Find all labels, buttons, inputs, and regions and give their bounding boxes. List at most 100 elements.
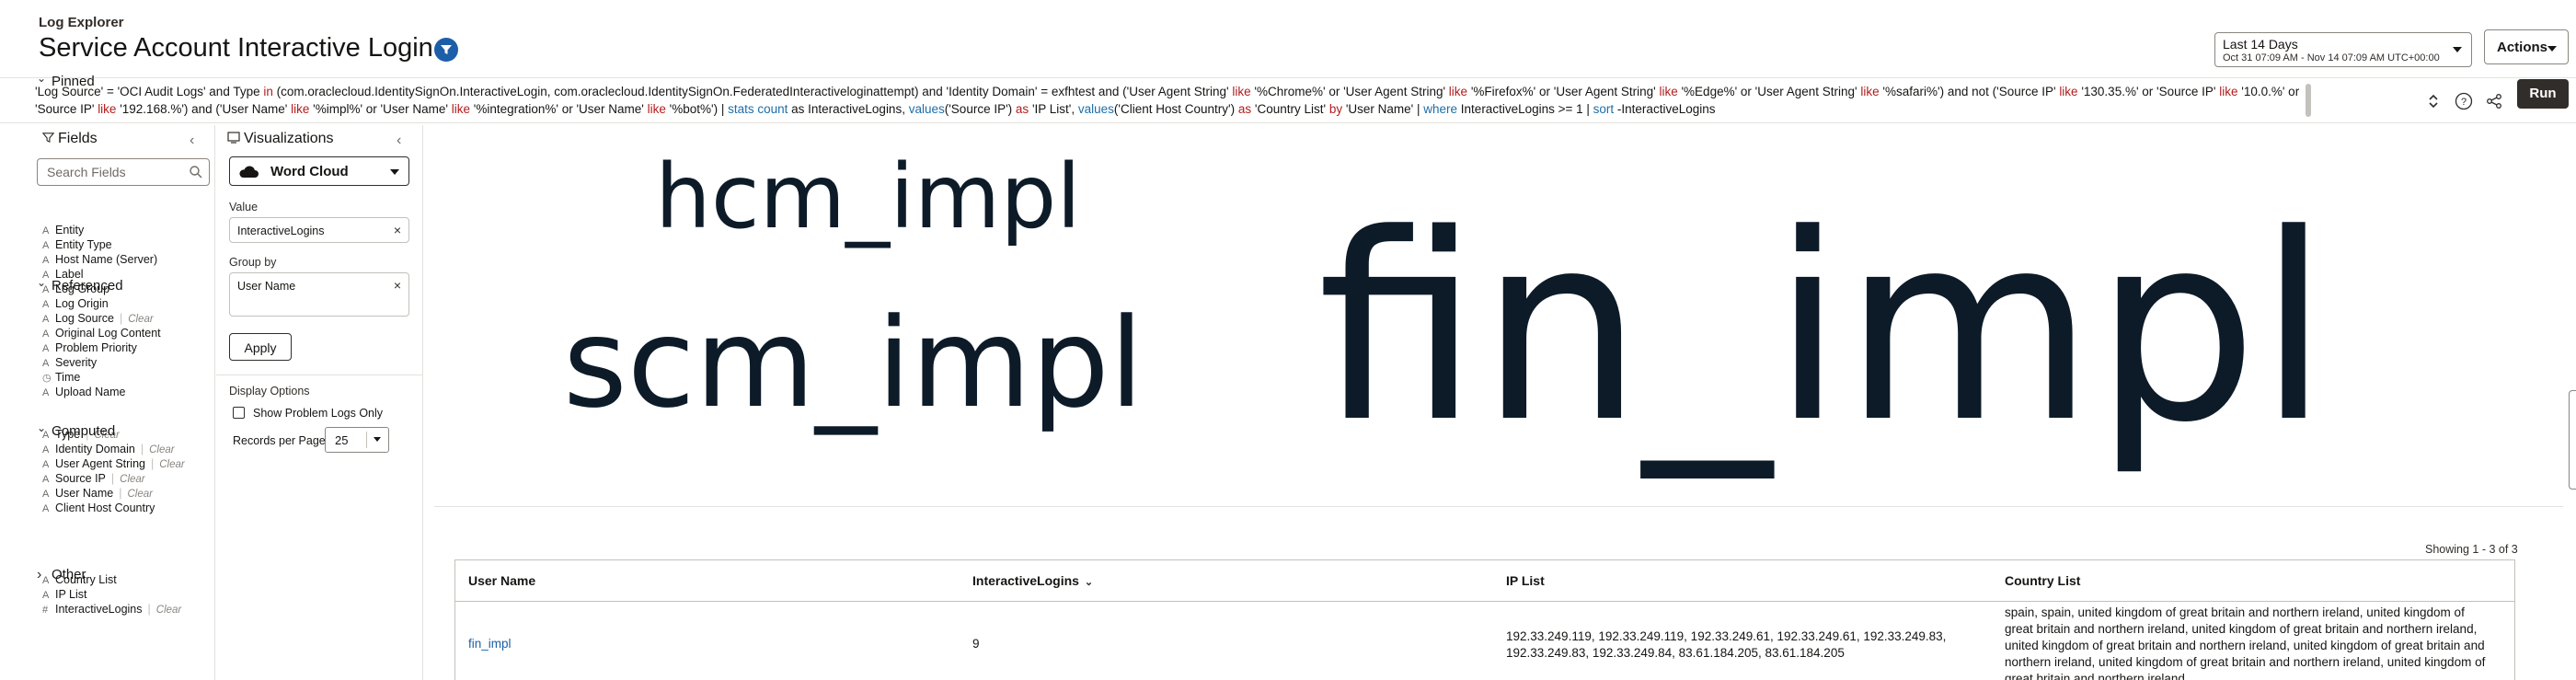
field-item[interactable]: A Entity bbox=[42, 223, 161, 237]
field-item[interactable]: A Log Source | Clear bbox=[42, 311, 161, 326]
interactive-logins-value: 9 bbox=[972, 637, 980, 651]
ip-list-value: 192.33.249.119, 192.33.249.119, 192.33.2… bbox=[1506, 629, 1947, 660]
field-label: Client Host Country bbox=[55, 501, 155, 514]
records-per-page-label: Records per Page bbox=[233, 434, 326, 447]
field-type-icon: A bbox=[42, 299, 50, 310]
clear-link[interactable]: Clear bbox=[159, 459, 184, 470]
query-token: '192.168.%') and ('User Name' bbox=[116, 102, 292, 116]
query-scrollbar[interactable] bbox=[2306, 84, 2311, 117]
value-field: InteractiveLogins bbox=[237, 225, 325, 237]
records-per-page-select[interactable]: 25 bbox=[325, 427, 389, 453]
close-icon[interactable]: × bbox=[394, 278, 401, 293]
field-label: User Agent String bbox=[55, 457, 145, 470]
app-name: Log Explorer bbox=[39, 15, 124, 30]
word-cloud-word[interactable]: scm_impl bbox=[563, 302, 1144, 425]
clear-link[interactable]: Clear bbox=[149, 444, 174, 455]
field-label: Host Name (Server) bbox=[55, 253, 158, 266]
field-item[interactable]: A Identity Domain | Clear bbox=[42, 442, 185, 456]
field-item[interactable]: ◷ Time bbox=[42, 370, 161, 385]
time-range-picker[interactable]: Last 14 Days Oct 31 07:09 AM - Nov 14 07… bbox=[2214, 32, 2472, 67]
query-editor[interactable]: 'Log Source' = 'OCI Audit Logs' and Type… bbox=[35, 83, 2307, 120]
clear-link[interactable]: Clear bbox=[128, 314, 153, 325]
run-button[interactable]: Run bbox=[2517, 79, 2569, 109]
filter-icon[interactable] bbox=[434, 38, 458, 62]
field-type-icon: A bbox=[42, 459, 50, 470]
query-token: 'IP List', bbox=[1029, 102, 1078, 116]
query-token: InteractiveLogins >= 1 | bbox=[1457, 102, 1593, 116]
field-item[interactable]: A Problem Priority bbox=[42, 340, 161, 355]
field-type-icon: A bbox=[42, 225, 50, 236]
field-group-computed[interactable]: ⌄ Computed bbox=[37, 421, 115, 439]
side-panel-handle[interactable] bbox=[2569, 390, 2576, 490]
word-cloud-word[interactable]: fin_impl bbox=[1317, 201, 2329, 458]
field-item[interactable]: A Upload Name bbox=[42, 385, 161, 399]
field-type-icon: A bbox=[42, 240, 50, 251]
value-field-box[interactable]: InteractiveLogins × bbox=[229, 217, 409, 243]
clear-link[interactable]: Clear bbox=[127, 489, 152, 500]
field-group-referenced[interactable]: ⌄ Referenced bbox=[37, 276, 123, 294]
time-range-value: Oct 31 07:09 AM - Nov 14 07:09 AM UTC+00… bbox=[2223, 52, 2440, 63]
query-token: ('Client Host Country') bbox=[1113, 102, 1238, 116]
group-by-label: Group by bbox=[229, 256, 277, 269]
field-type-icon: A bbox=[42, 255, 50, 266]
query-token: like bbox=[1232, 85, 1251, 98]
user-name-link[interactable]: fin_impl bbox=[468, 636, 512, 652]
field-item[interactable]: A Original Log Content bbox=[42, 326, 161, 340]
field-type-icon: A bbox=[42, 328, 50, 340]
share-icon[interactable] bbox=[2484, 91, 2504, 111]
results-table: User Name InteractiveLogins ⌄ IP List Cou… bbox=[454, 559, 2515, 680]
chevron-down-icon bbox=[2453, 47, 2462, 52]
column-header-ip-list[interactable]: IP List bbox=[1506, 573, 1545, 588]
run-label: Run bbox=[2529, 86, 2557, 101]
divider bbox=[455, 601, 2514, 602]
field-item[interactable]: A Log Origin bbox=[42, 296, 161, 311]
country-list-value: spain, spain, united kingdom of great br… bbox=[2005, 605, 2486, 680]
group-by-field-box[interactable]: User Name × bbox=[229, 272, 409, 317]
column-header-interactive-logins[interactable]: InteractiveLogins ⌄ bbox=[972, 573, 1093, 588]
clear-link[interactable]: Clear bbox=[156, 605, 181, 616]
query-token: by bbox=[1328, 102, 1343, 116]
field-item[interactable]: A Host Name (Server) bbox=[42, 252, 161, 267]
query-token: as bbox=[1237, 102, 1252, 116]
field-type-icon: A bbox=[42, 358, 50, 369]
help-icon[interactable]: ? bbox=[2454, 91, 2474, 111]
search-fields-input[interactable] bbox=[47, 165, 185, 179]
search-fields-box[interactable] bbox=[37, 158, 210, 186]
chevron-down-icon: ⌄ bbox=[37, 72, 47, 85]
query-token: '%Edge%' or 'User Agent String' bbox=[1677, 85, 1861, 98]
clear-link[interactable]: Clear bbox=[120, 474, 144, 485]
field-group-label: Pinned bbox=[52, 74, 95, 89]
field-type-icon: # bbox=[42, 605, 49, 616]
field-item[interactable]: A User Agent String | Clear bbox=[42, 456, 185, 471]
close-icon[interactable]: × bbox=[394, 223, 401, 237]
visualization-type-select[interactable]: Word Cloud bbox=[229, 156, 409, 186]
field-item[interactable]: A Client Host Country bbox=[42, 501, 185, 515]
query-token: (com.oraclecloud.IdentitySignOn.Interact… bbox=[272, 85, 1233, 98]
field-label: IP List bbox=[55, 588, 87, 601]
column-header-country-list[interactable]: Country List bbox=[2005, 573, 2080, 588]
query-token: values bbox=[1077, 102, 1114, 116]
field-item[interactable]: # InteractiveLogins | Clear bbox=[42, 602, 181, 617]
separator: | bbox=[119, 487, 122, 500]
expand-icon[interactable] bbox=[2423, 91, 2444, 111]
actions-button[interactable]: Actions bbox=[2484, 29, 2569, 64]
field-item[interactable]: A Source IP | Clear bbox=[42, 471, 185, 486]
apply-button[interactable]: Apply bbox=[229, 333, 292, 361]
collapse-chevron-icon[interactable]: ‹ bbox=[190, 133, 194, 149]
field-item[interactable]: A User Name | Clear bbox=[42, 486, 185, 501]
query-token: '%impl%' or 'User Name' bbox=[309, 102, 452, 116]
column-header-user-name[interactable]: User Name bbox=[468, 573, 535, 588]
field-label: Entity Type bbox=[55, 238, 112, 251]
query-token: 'User Name' | bbox=[1342, 102, 1424, 116]
query-token: like bbox=[98, 102, 117, 116]
word-cloud-word[interactable]: hcm_impl bbox=[655, 153, 1081, 241]
field-group-other[interactable]: › Other bbox=[37, 567, 86, 583]
collapse-chevron-icon[interactable]: ‹ bbox=[397, 133, 401, 149]
field-item[interactable]: A Entity Type bbox=[42, 237, 161, 252]
field-group-pinned[interactable]: ⌄ Pinned bbox=[37, 72, 95, 89]
field-item[interactable]: A IP List bbox=[42, 587, 181, 602]
field-item[interactable]: A Severity bbox=[42, 355, 161, 370]
display-options-label: Display Options bbox=[229, 385, 310, 398]
field-label: Original Log Content bbox=[55, 327, 161, 340]
show-problem-logs-checkbox[interactable] bbox=[233, 407, 245, 419]
